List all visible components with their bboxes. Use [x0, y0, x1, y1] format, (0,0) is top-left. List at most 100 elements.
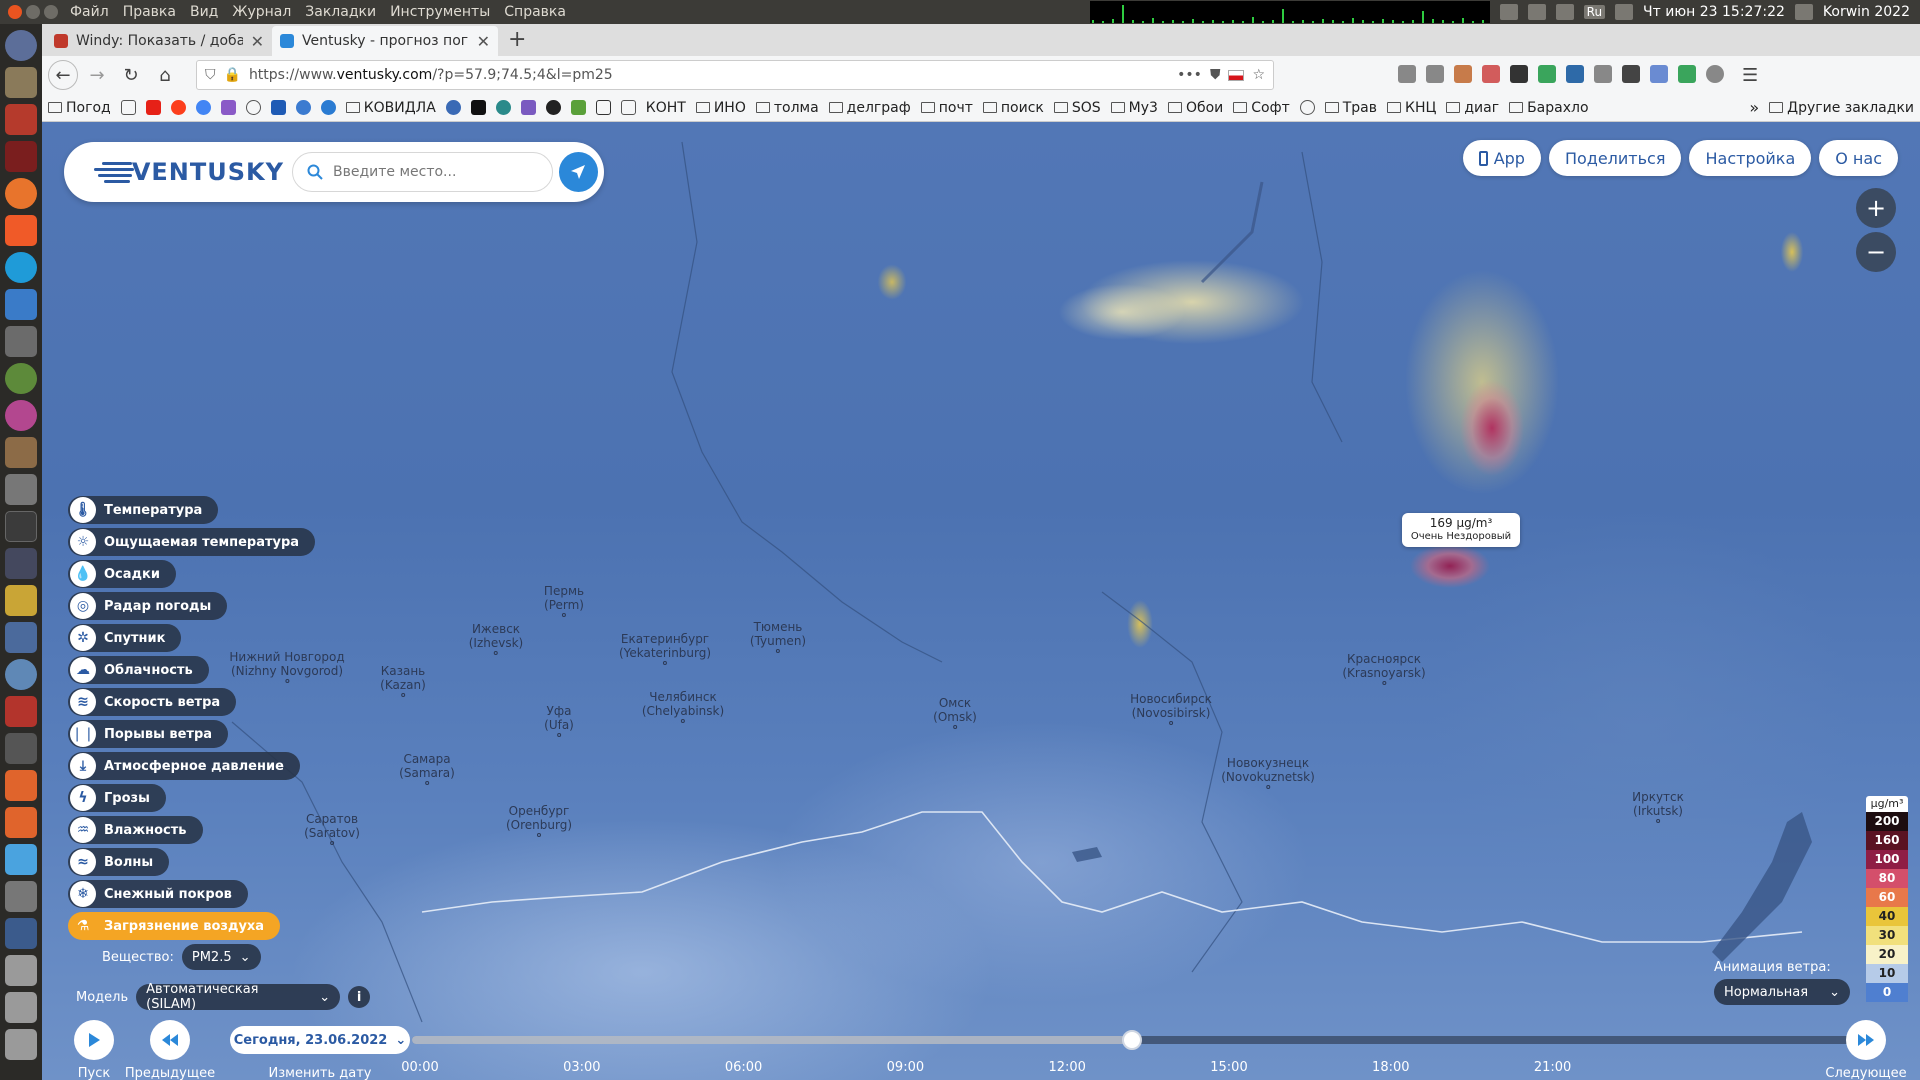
bookmark-site-icon[interactable] — [470, 100, 486, 115]
share-button[interactable]: Поделиться — [1548, 140, 1682, 176]
close-window-icon[interactable] — [8, 5, 22, 19]
layer-item[interactable]: ≈ Волны — [68, 848, 170, 876]
menu-view[interactable]: Вид — [190, 4, 218, 20]
back-button[interactable]: ← — [48, 60, 78, 90]
launcher-media-icon[interactable] — [5, 696, 37, 727]
layer-item[interactable]: 🌡 Температура — [68, 496, 219, 524]
menu-file[interactable]: Файл — [70, 4, 109, 20]
monitor-icon[interactable] — [1527, 4, 1546, 20]
bookmark-folder[interactable]: Погод — [48, 100, 111, 116]
launcher-document-icon[interactable] — [5, 289, 37, 320]
layer-item[interactable]: ⚗ Загрязнение воздуха — [68, 912, 281, 940]
launcher-store-icon[interactable] — [5, 770, 37, 801]
launcher-app-icon[interactable] — [5, 104, 37, 135]
substance-select[interactable]: PM2.5 ⌄ — [181, 944, 261, 970]
launcher-monitor-icon[interactable] — [5, 622, 37, 653]
user-monitor-icon[interactable] — [1794, 4, 1813, 20]
extension-icon[interactable] — [1622, 64, 1640, 83]
city-label[interactable]: Екатеринбург (Yekaterinburg) — [619, 632, 711, 665]
url-bar[interactable]: ⛉ 🔒 https://www.ventusky.com/?p=57.9;74.… — [196, 60, 1274, 90]
layer-item[interactable]: ϟ Грозы — [68, 784, 166, 812]
bookmark-site-icon[interactable] — [295, 100, 311, 115]
bookmark-site-icon[interactable] — [270, 100, 286, 115]
home-button[interactable]: ⌂ — [150, 60, 180, 90]
bookmark-folder[interactable]: делграф — [828, 100, 911, 116]
minimize-window-icon[interactable] — [26, 5, 40, 19]
bookmark-folder[interactable]: Обои — [1167, 100, 1223, 116]
launcher-bug-icon[interactable] — [5, 548, 37, 579]
keyboard-layout-indicator[interactable]: Ru — [1583, 5, 1606, 19]
launcher-terminal-icon[interactable] — [5, 141, 37, 172]
extension-icon[interactable] — [1594, 64, 1612, 83]
launcher-store2-icon[interactable] — [5, 807, 37, 838]
locate-me-button[interactable] — [558, 152, 598, 192]
bookmark-folder[interactable]: Барахло — [1509, 100, 1589, 116]
bookmark-site-icon[interactable] — [320, 100, 336, 115]
launcher-disk-icon[interactable] — [5, 474, 37, 505]
play-button[interactable] — [74, 1020, 114, 1060]
bookmark-site-icon[interactable] — [520, 100, 536, 115]
launcher-gear-icon[interactable] — [5, 659, 37, 690]
ventusky-logo[interactable]: VENTUSKY — [94, 158, 284, 186]
layer-item[interactable]: ✲ Спутник — [68, 624, 182, 652]
date-select[interactable]: Сегодня, 23.06.2022 ⌄ — [230, 1026, 410, 1054]
city-label[interactable]: Ижевск (Izhevsk) — [469, 622, 523, 655]
bookmark-star-icon[interactable]: ☆ — [1252, 67, 1265, 83]
menu-bookmarks[interactable]: Закладки — [305, 4, 376, 20]
city-label[interactable]: Новосибирск (Novosibirsk) — [1130, 692, 1212, 725]
weather-map[interactable]: Пермь (Perm) Ижевск (Izhevsk) Екатеринбург… — [42, 122, 1920, 1080]
bookmark-folder[interactable]: SOS — [1053, 100, 1101, 116]
layer-item[interactable]: 💧 Осадки — [68, 560, 176, 588]
layer-item[interactable]: ⤓ Атмосферное давление — [68, 752, 300, 780]
extension-icon[interactable] — [1650, 64, 1668, 83]
layer-item[interactable]: ❘❘ Порывы ветра — [68, 720, 229, 748]
yandex-icon[interactable] — [170, 100, 186, 115]
speaker-icon[interactable] — [1615, 4, 1634, 20]
timeline-handle[interactable] — [1122, 1030, 1142, 1050]
bookmark-folder[interactable]: Му3 — [1110, 100, 1158, 116]
menu-help[interactable]: Справка — [504, 4, 566, 20]
timeline-hour-label[interactable]: 15:00 — [1210, 1060, 1247, 1075]
search-input[interactable] — [333, 164, 543, 180]
city-label[interactable]: Челябинск (Chelyabinsk) — [642, 690, 724, 723]
launcher-window-icon[interactable] — [5, 511, 37, 542]
network-icon[interactable] — [1555, 4, 1574, 20]
city-label[interactable]: Казань (Kazan) — [380, 664, 426, 697]
tab-ventusky[interactable]: Ventusky - прогноз пог ✕ — [272, 26, 498, 56]
timeline-hour-label[interactable]: 06:00 — [725, 1060, 762, 1075]
close-tab-icon[interactable]: ✕ — [251, 32, 264, 51]
timeline-hour-label[interactable]: 18:00 — [1372, 1060, 1409, 1075]
menu-hamburger-icon[interactable]: ☰ — [1742, 65, 1758, 86]
bookmark-folder[interactable]: Софт — [1233, 100, 1290, 116]
bookmark-folder[interactable]: поиск — [982, 100, 1044, 116]
bookmark-edit-icon[interactable] — [120, 100, 136, 115]
city-label[interactable]: Новокузнецк (Novokuznetsk) — [1221, 756, 1315, 789]
pocket-icon[interactable]: ⛊ — [1210, 67, 1221, 83]
bookmark-folder[interactable]: КОНТ — [646, 100, 686, 116]
bookmark-site-icon[interactable] — [445, 100, 461, 115]
wind-animation-select[interactable]: Нормальная ⌄ — [1714, 979, 1850, 1005]
bookmark-folder[interactable]: диаг — [1446, 100, 1499, 116]
launcher-color-icon[interactable] — [5, 400, 37, 431]
youtube-icon[interactable] — [145, 100, 161, 115]
timeline-hour-label[interactable]: 00:00 — [401, 1060, 438, 1075]
forward-button[interactable]: → — [82, 60, 112, 90]
layer-item[interactable]: ❄ Снежный покров — [68, 880, 248, 908]
tab-windy[interactable]: Windy: Показать / доба ✕ — [46, 26, 272, 56]
layer-item[interactable]: ☁ Облачность — [68, 656, 209, 684]
timeline-hour-label[interactable]: 03:00 — [563, 1060, 600, 1075]
shield-icon[interactable]: ⛉ — [205, 67, 216, 83]
bookmark-folder[interactable]: КНЦ — [1387, 100, 1436, 116]
launcher-firefox-icon[interactable] — [5, 178, 37, 209]
globe-icon[interactable] — [245, 100, 261, 115]
zoom-in-button[interactable]: + — [1856, 188, 1896, 228]
place-search[interactable] — [292, 152, 553, 192]
launcher-edge-icon[interactable] — [5, 252, 37, 283]
launcher-cloud-icon[interactable] — [5, 844, 37, 875]
launcher-dash-icon[interactable] — [5, 30, 37, 61]
launcher-package-icon[interactable] — [5, 585, 37, 616]
layer-item[interactable]: ◎ Радар погоды — [68, 592, 228, 620]
app-button[interactable]: App — [1462, 140, 1541, 176]
launcher-usb-icon[interactable] — [5, 881, 37, 912]
page-actions-icon[interactable]: ••• — [1177, 67, 1202, 83]
